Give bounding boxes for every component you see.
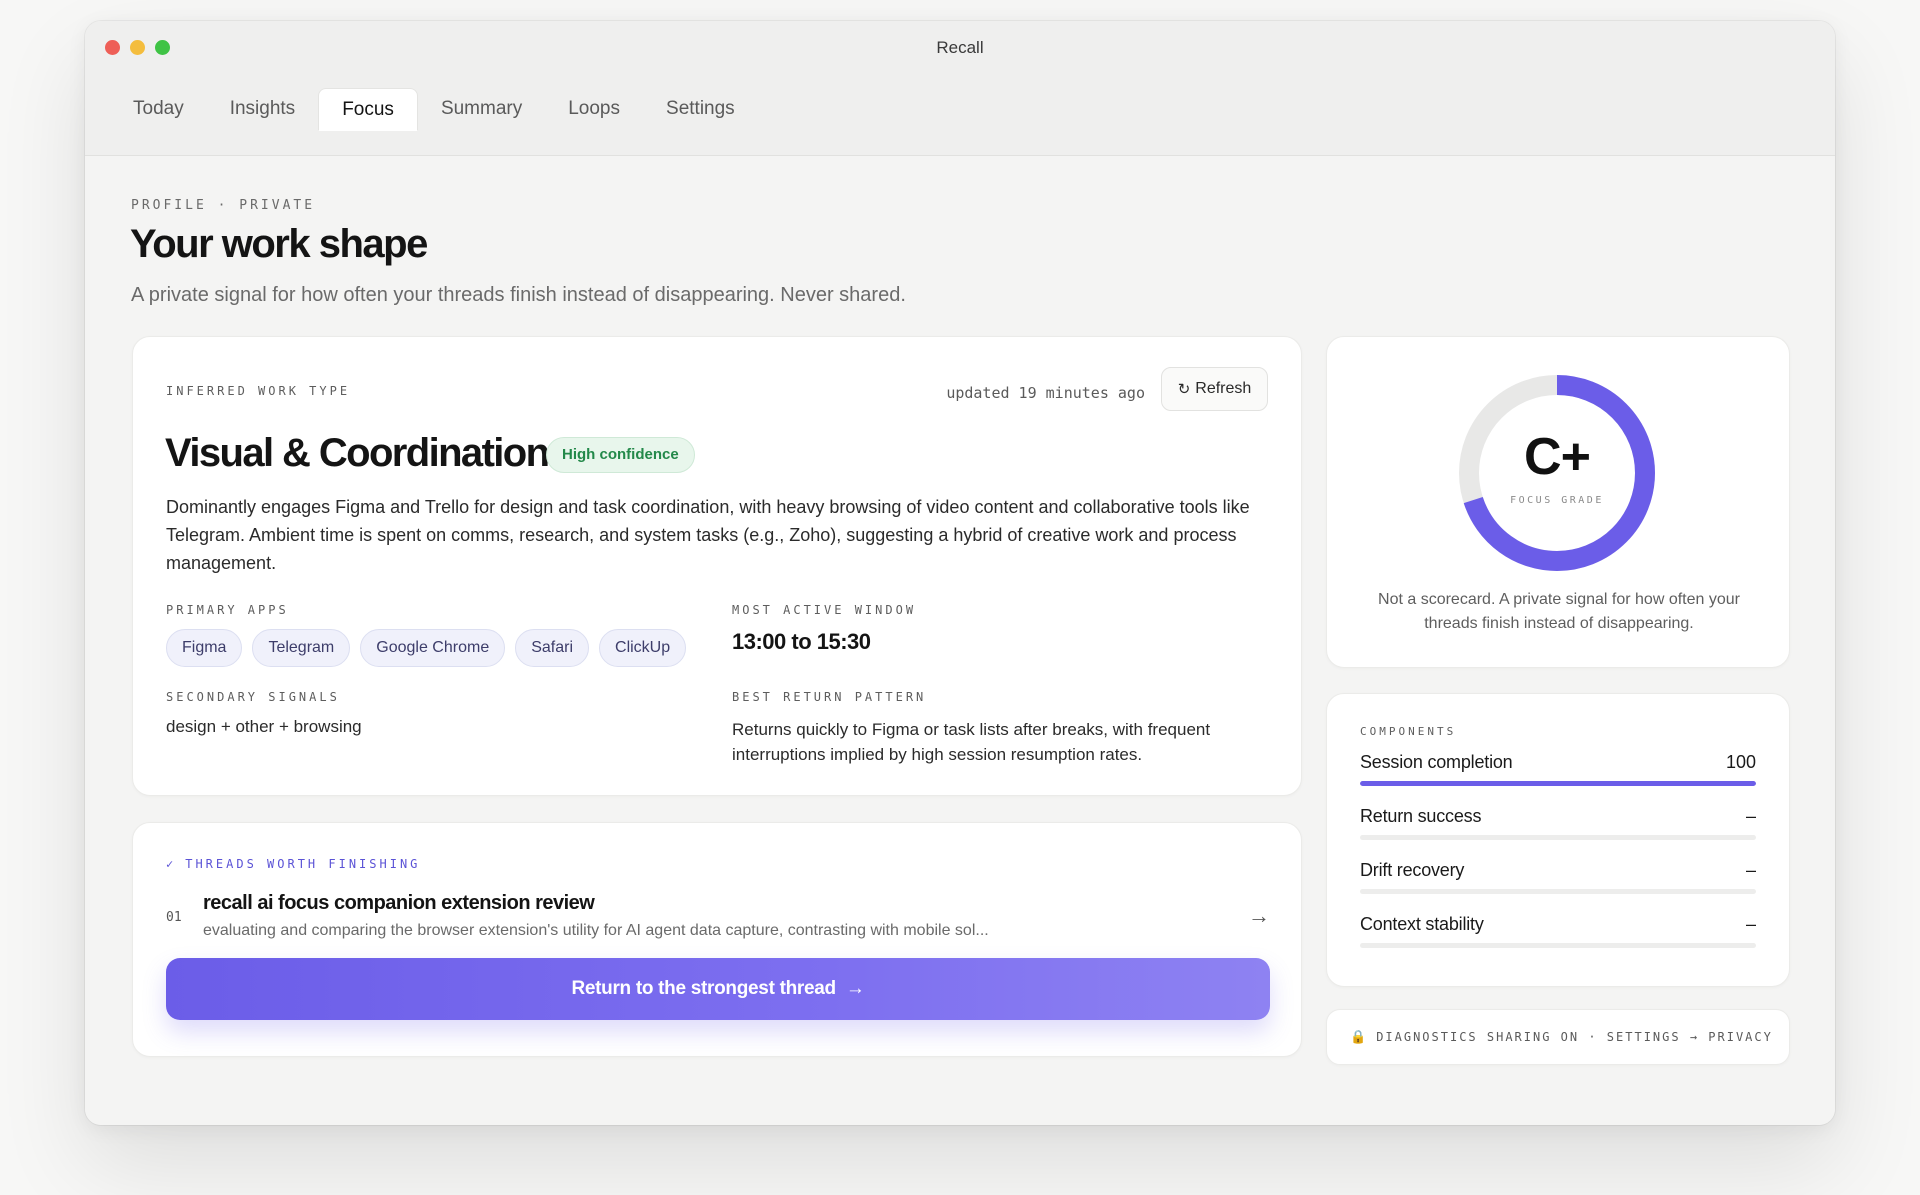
threads-card: ✓ THREADS WORTH FINISHING 01 recall ai f…	[132, 822, 1302, 1057]
work-type-title: Visual & Coordination	[165, 431, 550, 475]
component-value: –	[1745, 914, 1756, 934]
component-name: Session completion	[1360, 752, 1513, 772]
check-icon: ✓	[166, 857, 177, 871]
focus-page: PROFILE · PRIVATE Your work shape A priv…	[85, 156, 1835, 1125]
app-chip[interactable]: ClickUp	[599, 629, 687, 667]
return-to-thread-button[interactable]: Return to the strongest thread →	[166, 958, 1270, 1020]
window-controls	[105, 40, 170, 55]
diagnostics-text: DIAGNOSTICS SHARING ON · SETTINGS → PRIV…	[1376, 1030, 1773, 1044]
component-row: Session completion 100	[1360, 752, 1756, 806]
component-name: Drift recovery	[1360, 860, 1465, 880]
tab-loops[interactable]: Loops	[545, 88, 643, 130]
thread-number: 01	[166, 910, 182, 925]
component-row: Drift recovery –	[1360, 860, 1756, 914]
components-list: Session completion 100 Return success – Drif…	[1360, 752, 1756, 968]
component-name: Return success	[1360, 806, 1482, 826]
tab-today[interactable]: Today	[110, 88, 207, 130]
most-active-value: 13:00 to 15:30	[732, 629, 871, 654]
updated-timestamp: updated 19 minutes ago	[946, 384, 1145, 402]
window-title: Recall	[936, 37, 984, 57]
component-value: –	[1745, 806, 1756, 826]
refresh-label: Refresh	[1195, 380, 1252, 397]
grade-letter: C+	[1524, 428, 1591, 486]
app-chip[interactable]: Google Chrome	[360, 629, 506, 667]
secondary-signals-label: SECONDARY SIGNALS	[166, 690, 340, 704]
most-active-label: MOST ACTIVE WINDOW	[732, 603, 917, 617]
page-eyebrow: PROFILE · PRIVATE	[131, 198, 316, 213]
arrow-right-icon: →	[845, 978, 865, 999]
primary-apps-list: Figma Telegram Google Chrome Safari ClickUp	[166, 629, 687, 667]
app-chip[interactable]: Telegram	[252, 629, 351, 667]
work-type-card: INFERRED WORK TYPE updated 19 minutes ag…	[132, 336, 1302, 796]
thread-item[interactable]: 01 recall ai focus companion extension r…	[166, 889, 1270, 949]
primary-apps-label: PRIMARY APPS	[166, 603, 289, 617]
tab-focus[interactable]: Focus	[318, 88, 418, 131]
component-progress-track	[1360, 889, 1756, 894]
component-value: 100	[1725, 752, 1756, 772]
return-pattern-label: BEST RETURN PATTERN	[732, 690, 927, 704]
tab-bar: Today Insights Focus Summary Loops Settings	[85, 74, 1835, 156]
app-chip[interactable]: Figma	[166, 629, 243, 667]
tab-summary[interactable]: Summary	[418, 88, 545, 130]
close-window-button[interactable]	[105, 40, 120, 55]
secondary-signals-value: design + other + browsing	[166, 717, 362, 736]
grade-label: FOCUS GRADE	[1510, 495, 1604, 506]
work-type-description: Dominantly engages Figma and Trello for …	[166, 497, 1250, 573]
focus-grade-card: C+ FOCUS GRADE Not a scorecard. A privat…	[1326, 336, 1790, 668]
component-value: –	[1745, 860, 1756, 880]
tab-settings[interactable]: Settings	[643, 88, 758, 130]
component-name: Context stability	[1360, 914, 1484, 934]
title-bar: Recall	[85, 21, 1835, 74]
arrow-right-icon[interactable]: →	[1248, 903, 1270, 929]
page-title: Your work shape	[130, 222, 428, 266]
thread-description: evaluating and comparing the browser ext…	[203, 922, 989, 939]
refresh-icon: ↻	[1177, 381, 1191, 398]
app-window: Recall Today Insights Focus Summary Loops Set…	[85, 21, 1835, 1125]
diagnostics-notice[interactable]: 🔒 DIAGNOSTICS SHARING ON · SETTINGS → PR…	[1326, 1009, 1790, 1065]
threads-eyebrow: ✓ THREADS WORTH FINISHING	[166, 857, 420, 871]
grade-note: Not a scorecard. A private signal for ho…	[1378, 591, 1740, 632]
confidence-badge: High confidence	[546, 437, 695, 473]
thread-title: recall ai focus companion extension revi…	[203, 892, 595, 914]
component-progress-track	[1360, 835, 1756, 840]
components-card: COMPONENTS Session completion 100 Return s…	[1326, 693, 1790, 987]
component-progress-track	[1360, 943, 1756, 948]
return-to-thread-label: Return to the strongest thread	[571, 978, 836, 999]
maximize-window-button[interactable]	[155, 40, 170, 55]
return-pattern-value: Returns quickly to Figma or task lists a…	[732, 720, 1211, 764]
minimize-window-button[interactable]	[130, 40, 145, 55]
component-progress-track	[1360, 781, 1756, 786]
components-eyebrow: COMPONENTS	[1360, 725, 1457, 738]
threads-eyebrow-label: THREADS WORTH FINISHING	[185, 857, 421, 871]
component-row: Context stability –	[1360, 914, 1756, 968]
tab-insights[interactable]: Insights	[207, 88, 318, 130]
app-chip[interactable]: Safari	[515, 629, 590, 667]
component-row: Return success –	[1360, 806, 1756, 860]
page-subtitle: A private signal for how often your thre…	[131, 284, 906, 306]
lock-icon: 🔒	[1350, 1029, 1367, 1044]
work-type-eyebrow: INFERRED WORK TYPE	[166, 384, 351, 398]
refresh-button[interactable]: ↻ Refresh	[1161, 367, 1268, 411]
tabs: Today Insights Focus Summary Loops Settings	[110, 88, 758, 131]
component-progress-fill	[1360, 781, 1756, 786]
